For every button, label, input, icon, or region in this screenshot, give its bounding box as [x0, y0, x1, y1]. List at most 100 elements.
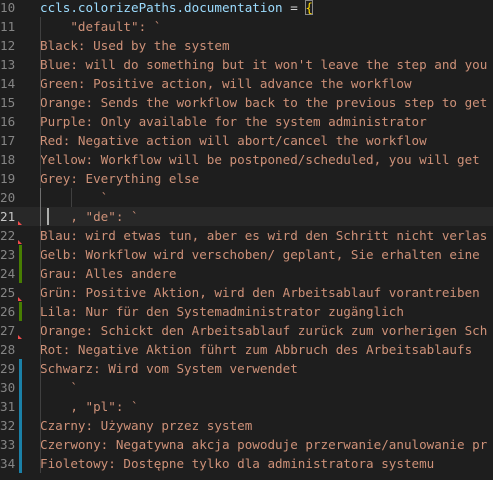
- line-number: 30: [0, 380, 16, 395]
- indent-guide: [40, 264, 41, 283]
- indent-guide: [40, 359, 41, 378]
- code-line[interactable]: 21 , "de": `: [0, 207, 493, 226]
- code-line[interactable]: 10 ccls.colorizePaths.documentation = {: [0, 0, 493, 17]
- line-content: Grey: Everything else: [40, 171, 200, 186]
- line-content: Orange: Schickt den Arbeitsablauf zurück…: [40, 323, 488, 338]
- text-cursor: [47, 208, 49, 225]
- code-line[interactable]: 32 Czarny: Używany przez system: [0, 416, 493, 435]
- line-content: Gelb: Workflow wird verschoben/ geplant,…: [40, 247, 480, 262]
- line-content: `: [40, 190, 109, 205]
- line-content: Schwarz: Wird vom System verwendet: [40, 361, 298, 376]
- line-content: `: [40, 380, 78, 395]
- line-number: 21: [0, 209, 16, 224]
- line-number: 16: [0, 114, 16, 129]
- indent-guide: [40, 207, 41, 226]
- code-line[interactable]: 25 Grün: Positive Aktion, wird den Arbeit…: [0, 283, 493, 302]
- code-line[interactable]: 27 Orange: Schickt den Arbeitsablauf zurü…: [0, 321, 493, 340]
- line-content: Blue: will do something but it won't lea…: [40, 57, 488, 72]
- line-number: 29: [0, 361, 16, 376]
- indent-guide: [40, 36, 41, 55]
- code-line[interactable]: 11 "default": `: [0, 17, 493, 36]
- line-content: Green: Positive action, will advance the…: [40, 76, 412, 91]
- gutter-deleted-marker[interactable]: [18, 240, 22, 244]
- line-content: "default": `: [40, 19, 162, 34]
- gutter-deleted-marker[interactable]: [18, 221, 22, 225]
- line-number: 24: [0, 266, 16, 281]
- indent-guide: [40, 93, 41, 112]
- line-content: Black: Used by the system: [40, 38, 230, 53]
- line-number: 10: [0, 0, 16, 15]
- code-line[interactable]: 34 Fioletowy: Dostępne tylko dla administ…: [0, 454, 493, 473]
- line-number: 19: [0, 171, 16, 186]
- line-number: 15: [0, 95, 16, 110]
- line-number: 22: [0, 228, 16, 243]
- indent-guide: [40, 150, 41, 169]
- line-content: , "pl": `: [40, 399, 139, 414]
- line-number: 18: [0, 152, 16, 167]
- code-line[interactable]: 15 Orange: Sends the workflow back to the…: [0, 93, 493, 112]
- code-line[interactable]: 20 `: [0, 188, 493, 207]
- indent-guide: [40, 435, 41, 454]
- code-line[interactable]: 30 `: [0, 378, 493, 397]
- code-line[interactable]: 22 Blau: wird etwas tun, aber es wird den…: [0, 226, 493, 245]
- assign-operator: =: [282, 0, 306, 15]
- line-content: Blau: wird etwas tun, aber es wird den S…: [40, 228, 488, 243]
- code-line[interactable]: 28 Rot: Negative Aktion führt zum Abbruch…: [0, 340, 493, 359]
- line-content: Czarny: Używany przez system: [40, 418, 253, 433]
- indent-guide: [40, 454, 41, 473]
- line-number: 12: [0, 38, 16, 53]
- line-number: 31: [0, 399, 16, 414]
- gutter-modified-marker[interactable]: [19, 454, 22, 473]
- code-line[interactable]: 23 Gelb: Workflow wird verschoben/ geplan…: [0, 245, 493, 264]
- indent-guide: [40, 302, 41, 321]
- variable-name: ccls.colorizePaths.documentation: [40, 0, 283, 15]
- indent-guide: [40, 169, 41, 188]
- code-line[interactable]: 24 Grau: Alles andere: [0, 264, 493, 283]
- line-number: 27: [0, 323, 16, 338]
- indent-guide: [40, 378, 41, 397]
- code-line[interactable]: 19 Grey: Everything else: [0, 169, 493, 188]
- gutter-added-marker[interactable]: [19, 302, 22, 321]
- line-number: 11: [0, 19, 16, 34]
- line-content: Red: Negative action will abort/cancel t…: [40, 133, 427, 148]
- line-number: 23: [0, 247, 16, 262]
- line-content: , "de": `: [40, 209, 139, 224]
- gutter-added-marker[interactable]: [19, 264, 22, 283]
- line-content: Grau: Alles andere: [40, 266, 177, 281]
- code-line[interactable]: 26 Lila: Nur für den Systemadministrator …: [0, 302, 493, 321]
- indent-guide: [40, 340, 41, 359]
- indent-guide: [40, 245, 41, 264]
- gutter-deleted-marker[interactable]: [18, 335, 22, 339]
- line-number: 20: [0, 190, 16, 205]
- code-line[interactable]: 33 Czerwony: Negatywna akcja powoduje prz…: [0, 435, 493, 454]
- code-line[interactable]: 12 Black: Used by the system: [0, 36, 493, 55]
- gutter-modified-marker[interactable]: [19, 378, 22, 397]
- line-content: Purple: Only available for the system ad…: [40, 114, 427, 129]
- line-content: ccls.colorizePaths.documentation = {: [40, 0, 313, 17]
- gutter-added-marker[interactable]: [19, 245, 22, 264]
- code-line[interactable]: 14 Green: Positive action, will advance t…: [0, 74, 493, 93]
- gutter-deleted-marker[interactable]: [18, 297, 22, 301]
- line-content: Rot: Negative Aktion führt zum Abbruch d…: [40, 342, 473, 357]
- code-line[interactable]: 13 Blue: will do something but it won't l…: [0, 55, 493, 74]
- code-line[interactable]: 31 , "pl": `: [0, 397, 493, 416]
- code-editor[interactable]: 10 ccls.colorizePaths.documentation = {11…: [0, 0, 493, 480]
- indent-guide: [40, 55, 41, 74]
- indent-guide: [40, 283, 41, 302]
- gutter-modified-marker[interactable]: [19, 397, 22, 416]
- line-content: Orange: Sends the workflow back to the p…: [40, 95, 488, 110]
- line-number: 32: [0, 418, 16, 433]
- indent-guide: [40, 416, 41, 435]
- line-number: 25: [0, 285, 16, 300]
- code-line[interactable]: 16 Purple: Only available for the system …: [0, 112, 493, 131]
- code-line[interactable]: 17 Red: Negative action will abort/cancel…: [0, 131, 493, 150]
- gutter-modified-marker[interactable]: [19, 416, 22, 435]
- line-number: 13: [0, 57, 16, 72]
- gutter-modified-marker[interactable]: [19, 435, 22, 454]
- line-content: Grün: Positive Aktion, wird den Arbeitsa…: [40, 285, 480, 300]
- gutter-modified-marker[interactable]: [19, 359, 22, 378]
- code-line[interactable]: 29 Schwarz: Wird vom System verwendet: [0, 359, 493, 378]
- indent-guide: [40, 226, 41, 245]
- code-line[interactable]: 18 Yellow: Workflow will be postponed/sch…: [0, 150, 493, 169]
- indent-guide: [40, 74, 41, 93]
